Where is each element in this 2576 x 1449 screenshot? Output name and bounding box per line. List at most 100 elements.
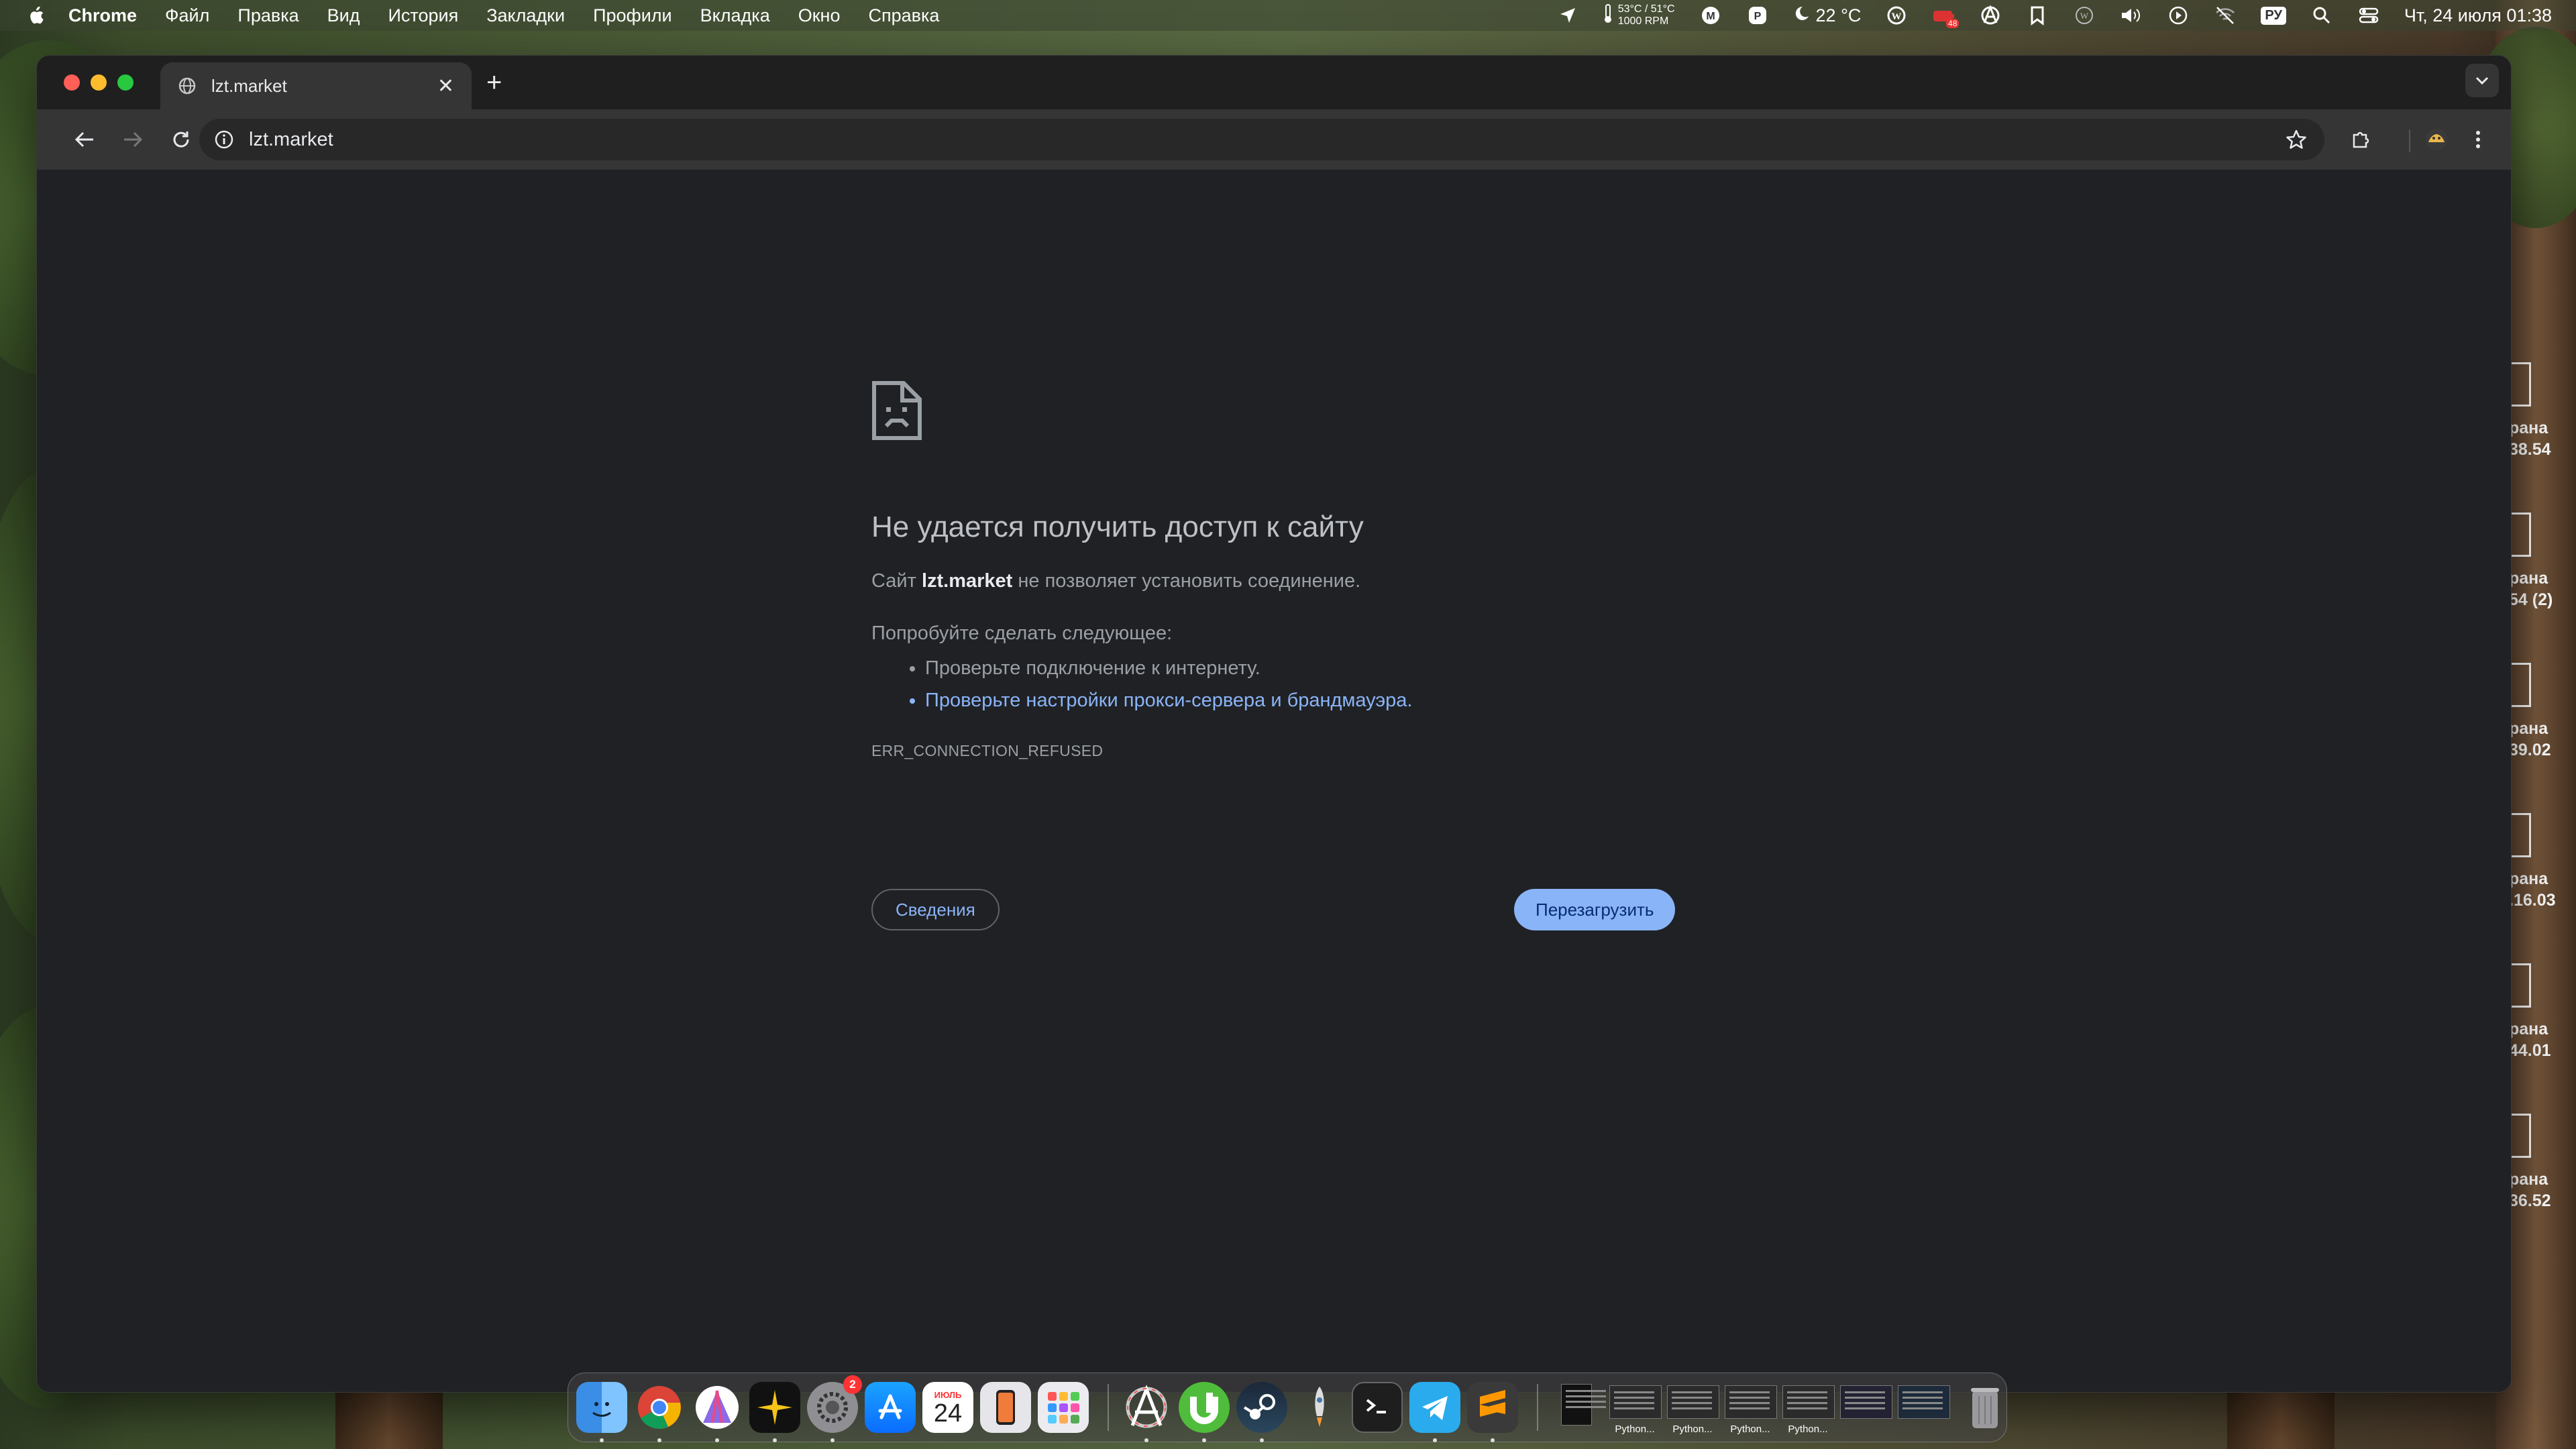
sensor-temps: 53°C / 51°C	[1617, 3, 1675, 15]
reload-button[interactable]: Перезагрузить	[1514, 889, 1676, 930]
file-thumbnail	[2509, 813, 2531, 857]
spotlight-search-icon[interactable]	[2310, 4, 2333, 27]
minimized-window-thumbnail[interactable]: Python...	[1666, 1381, 1719, 1435]
globe-icon	[178, 76, 198, 96]
file-thumbnail	[2509, 663, 2531, 707]
location-arrow-icon[interactable]	[1556, 4, 1579, 27]
wordpress-icon[interactable]: W	[1885, 4, 1908, 27]
clock-date[interactable]: Чт, 24 июля 01:38	[2404, 5, 2552, 26]
menu-help[interactable]: Справка	[868, 5, 939, 26]
battery-app-icon[interactable]: 48	[1932, 4, 1960, 28]
apple-menu-icon[interactable]	[25, 4, 46, 27]
address-bar[interactable]: lzt.market	[199, 119, 2324, 160]
file-label-line2: 44.01	[2509, 1041, 2551, 1060]
wifi-off-icon[interactable]	[2214, 4, 2237, 27]
anarchy-icon[interactable]	[1979, 4, 2002, 27]
trash-icon[interactable]	[1960, 1382, 2010, 1433]
sparkle-app-icon[interactable]	[749, 1382, 800, 1442]
wordpress-outline-icon[interactable]: W	[2073, 4, 2096, 27]
site-info-icon[interactable]	[213, 128, 235, 151]
minimized-window-thumbnail[interactable]	[1896, 1381, 1950, 1434]
error-description: Сайт lzt.market не позволяет установить …	[871, 568, 1714, 594]
extensions-puzzle-icon[interactable]	[2345, 123, 2378, 156]
sublime-text-icon[interactable]	[1467, 1382, 1518, 1442]
close-window-button[interactable]	[64, 74, 80, 91]
weather-temp: 22 °C	[1815, 5, 1862, 25]
desktop-file[interactable]: рана 38.54	[2509, 362, 2576, 460]
menu-history[interactable]: История	[388, 5, 458, 26]
back-arrow-icon[interactable]	[68, 123, 101, 156]
menu-profiles[interactable]: Профили	[593, 5, 672, 26]
app-store-icon[interactable]	[865, 1382, 916, 1433]
minimized-window-thumbnail[interactable]	[1839, 1381, 1892, 1434]
file-label-line2: 54 (2)	[2509, 590, 2553, 609]
tab-search-chevron-icon[interactable]	[2465, 64, 2499, 97]
p-app-icon[interactable]: P	[1746, 4, 1769, 27]
minimized-window-thumbnail[interactable]: Python...	[1781, 1381, 1835, 1435]
running-indicator	[773, 1438, 777, 1442]
bookmark-app-icon[interactable]	[2026, 4, 2049, 27]
menu-app-name[interactable]: Chrome	[68, 5, 137, 26]
fullscreen-window-button[interactable]	[117, 74, 133, 91]
utorrent-icon[interactable]	[1179, 1382, 1230, 1442]
error-host: lzt.market	[921, 570, 1013, 592]
proxy-app-icon[interactable]	[692, 1382, 743, 1442]
sensor-fan: 1000 RPM	[1617, 15, 1669, 27]
minimized-window-thumbnail[interactable]: Python...	[1608, 1381, 1662, 1435]
profile-avatar[interactable]	[2420, 123, 2453, 156]
menu-edit[interactable]: Правка	[237, 5, 299, 26]
url-text[interactable]: lzt.market	[249, 129, 2286, 151]
details-button[interactable]: Сведения	[871, 889, 1000, 930]
desktop-file[interactable]: рана 54 (2)	[2509, 513, 2576, 610]
sensor-widget[interactable]: 53°C / 51°C 1000 RPM	[1603, 3, 1675, 28]
play-circle-icon[interactable]	[2167, 4, 2190, 27]
error-heading: Не удается получить доступ к сайту	[871, 511, 1364, 543]
steam-icon[interactable]	[1236, 1382, 1287, 1442]
reload-icon[interactable]	[164, 123, 198, 156]
minimized-window-thumbnail[interactable]: Python...	[1723, 1381, 1777, 1435]
kebab-menu-icon[interactable]	[2461, 123, 2495, 156]
tab-active[interactable]: lzt.market ✕	[160, 62, 472, 109]
finder-icon[interactable]	[576, 1382, 627, 1442]
menu-bookmarks[interactable]: Закладки	[486, 5, 565, 26]
desktop-file[interactable]: рана 36.52	[2509, 1114, 2576, 1212]
weather-widget[interactable]: 22 °C	[1793, 5, 1862, 27]
launchpad-icon[interactable]	[1038, 1382, 1089, 1433]
desktop-file[interactable]: рана 44.01	[2509, 963, 2576, 1061]
menu-view[interactable]: Вид	[327, 5, 360, 26]
rocket-app-icon[interactable]	[1294, 1382, 1345, 1433]
file-label-line1: рана	[2509, 419, 2548, 437]
desktop-file[interactable]: рана .16.03	[2509, 813, 2576, 911]
menu-bar: Chrome Файл Правка Вид История Закладки …	[0, 0, 2576, 31]
volume-icon[interactable]	[2120, 4, 2143, 27]
calendar-icon[interactable]: ИЮЛЬ 24	[922, 1382, 973, 1433]
description-prefix: Сайт	[871, 570, 922, 592]
anarchy-vpn-icon[interactable]	[1121, 1382, 1172, 1442]
sad-document-icon	[872, 381, 922, 440]
m-app-icon[interactable]: M	[1699, 4, 1722, 27]
minimized-window-thumbnail[interactable]	[1550, 1381, 1606, 1434]
system-settings-icon[interactable]: 2	[807, 1375, 862, 1442]
running-indicator	[657, 1438, 661, 1442]
bookmark-star-icon[interactable]	[2286, 129, 2307, 150]
minimize-window-button[interactable]	[91, 74, 107, 91]
control-center-icon[interactable]	[2357, 4, 2380, 27]
toolbar-divider	[2409, 129, 2410, 152]
chrome-icon[interactable]	[634, 1382, 685, 1442]
running-indicator	[1433, 1438, 1437, 1442]
suggestion-proxy-firewall-link[interactable]: Проверьте настройки прокси-сервера и бра…	[925, 684, 1714, 716]
iphone-mirroring-icon[interactable]	[980, 1382, 1031, 1433]
input-source-indicator[interactable]: РУ	[2261, 6, 2286, 25]
desktop-file[interactable]: рана 39.02	[2509, 663, 2576, 761]
menu-window[interactable]: Окно	[798, 5, 841, 26]
terminal-icon[interactable]	[1352, 1382, 1403, 1433]
running-indicator	[830, 1438, 835, 1442]
menu-file[interactable]: Файл	[165, 5, 209, 26]
moon-cloud-icon	[1793, 5, 1811, 27]
forward-arrow-icon[interactable]	[116, 123, 150, 156]
telegram-icon[interactable]	[1409, 1382, 1460, 1442]
new-tab-plus-icon[interactable]: +	[486, 68, 502, 98]
tab-close-icon[interactable]: ✕	[437, 74, 454, 98]
menu-tab[interactable]: Вкладка	[700, 5, 770, 26]
running-indicator	[1144, 1438, 1148, 1442]
